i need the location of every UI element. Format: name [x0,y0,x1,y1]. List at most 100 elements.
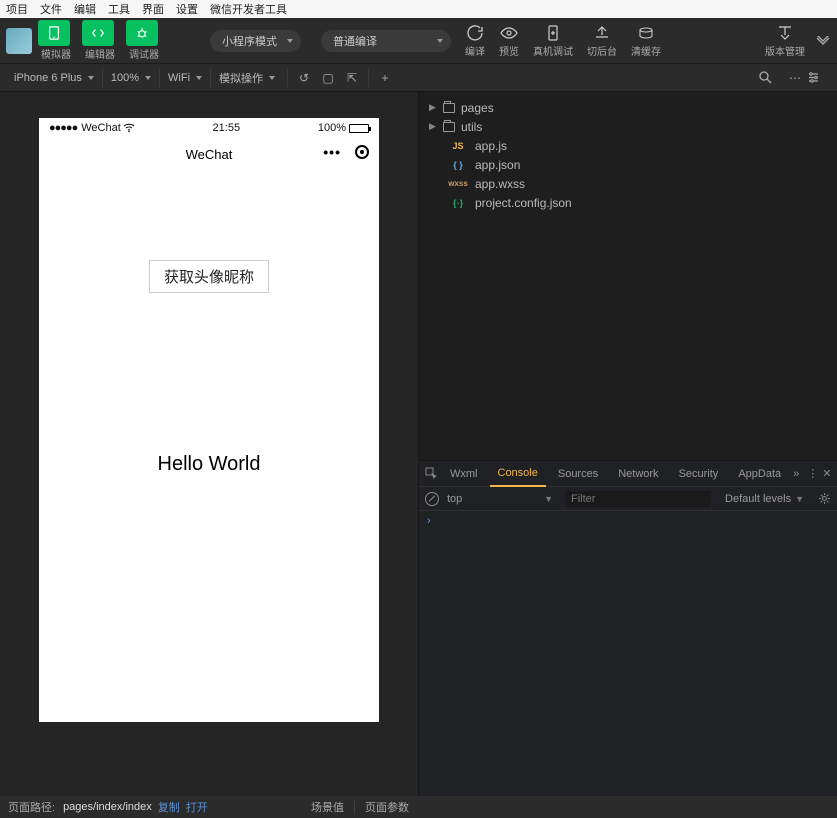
debugger-toggle[interactable]: 调试器 [126,20,162,61]
phone-status-bar: ●●●●● WeChat 21:55 100% [39,118,379,138]
page-path-label: 页面路径: [8,799,55,815]
mode-select[interactable]: 小程序模式 [210,30,301,52]
menu-view[interactable]: 界面 [142,1,164,17]
scene-label[interactable]: 场景值 [311,799,344,815]
battery-icon [349,124,369,133]
console-body[interactable]: › [419,511,837,796]
compile-btn-label: 编译 [465,43,485,58]
wxss-icon: wxss [447,179,469,188]
tab-wxml[interactable]: Wxml [442,461,486,487]
preview-button[interactable]: 预览 [499,23,519,58]
tree-file-appjson[interactable]: { } app.json [423,155,833,174]
filter-input[interactable]: Filter [565,491,711,507]
tree-folder-utils[interactable]: ▶ utils [423,117,833,136]
file-label: app.wxss [475,177,525,191]
version-button[interactable]: 版本管理 [765,23,805,58]
menu-file[interactable]: 文件 [40,1,62,17]
levels-select[interactable]: Default levels ▼ [719,493,810,505]
inspect-icon[interactable] [425,467,438,480]
chevron-down-icon [287,39,293,43]
tree-folder-pages[interactable]: ▶ pages [423,98,833,117]
js-icon: JS [447,141,469,151]
settings-icon[interactable] [807,71,831,84]
overflow-icon[interactable] [815,36,831,46]
chevron-right-icon: ▶ [429,121,437,132]
zoom-select[interactable]: 100% [103,68,160,88]
tree-file-appwxss[interactable]: wxss app.wxss [423,174,833,193]
close-icon[interactable]: ✕ [822,467,831,480]
menu-edit[interactable]: 编辑 [74,1,96,17]
capsule-buttons: ••• [323,144,369,160]
console-filter-bar: top ▼ Filter Default levels ▼ [419,487,837,511]
compile-button[interactable]: 编译 [465,23,485,58]
context-select[interactable]: top ▼ [447,493,557,505]
menu-settings[interactable]: 设置 [176,1,198,17]
page-title: WeChat [186,147,233,162]
devtools-tabs: Wxml Console Sources Network Security Ap… [419,461,837,487]
debugger-label: 调试器 [129,46,159,61]
separator [287,69,288,87]
remote-debug-button[interactable]: 真机调试 [533,23,573,58]
copy-path-link[interactable]: 复制 [158,799,180,815]
main-toolbar: 模拟器 编辑器 调试器 小程序模式 普通编译 编译 预览 真机调试 切后台 清缓… [0,18,837,64]
new-file-icon[interactable]: + [373,71,397,85]
simulator-toggle[interactable]: 模拟器 [38,20,74,61]
clear-label: 清缓存 [631,43,661,58]
clock-label: 21:55 [135,122,318,134]
tab-network[interactable]: Network [610,461,666,487]
main-area: ●●●●● WeChat 21:55 100% WeChat ••• 获取头像昵… [0,92,837,796]
tab-sources[interactable]: Sources [550,461,606,487]
background-button[interactable]: 切后台 [587,23,617,58]
folder-icon [443,122,455,132]
chevron-down-icon [196,76,202,80]
config-icon: {◦} [447,198,469,208]
tab-appdata[interactable]: AppData [730,461,789,487]
folder-label: pages [461,101,494,115]
rotate-icon[interactable]: ↺ [292,71,316,85]
open-path-link[interactable]: 打开 [186,799,208,815]
wifi-icon [123,123,135,133]
tab-security[interactable]: Security [671,461,727,487]
tree-file-appjs[interactable]: JS app.js [423,136,833,155]
gear-icon[interactable] [818,492,831,505]
folder-icon [443,103,455,113]
tabs-overflow-icon[interactable]: » [793,468,799,480]
signal-icon: ●●●●● [49,122,77,134]
search-icon[interactable] [759,71,783,84]
compile-select[interactable]: 普通编译 [321,30,451,52]
chevron-down-icon [88,76,94,80]
background-label: 切后台 [587,43,617,58]
close-target-icon[interactable] [355,145,369,159]
page-params-label[interactable]: 页面参数 [365,799,409,815]
get-avatar-button[interactable]: 获取头像昵称 [149,260,269,293]
collapse-icon[interactable]: ⋯ [783,71,807,85]
editor-label: 编辑器 [85,46,115,61]
device-select[interactable]: iPhone 6 Plus [6,68,103,88]
user-avatar[interactable] [6,28,32,54]
carrier-label: WeChat [81,122,121,134]
network-select[interactable]: WiFi [160,68,211,88]
chevron-right-icon: ▶ [429,102,437,113]
tab-console[interactable]: Console [490,461,546,487]
editor-toggle[interactable]: 编辑器 [82,20,118,61]
clear-console-icon[interactable] [425,492,439,506]
tree-file-config[interactable]: {◦} project.config.json [423,193,833,212]
json-icon: { } [447,160,469,170]
menu-devtools[interactable]: 微信开发者工具 [210,1,287,17]
phone-frame: ●●●●● WeChat 21:55 100% WeChat ••• 获取头像昵… [39,118,379,722]
hello-text: Hello World [158,453,261,476]
chevron-down-icon [437,39,443,43]
devtools-panel: Wxml Console Sources Network Security Ap… [418,460,837,796]
menu-project[interactable]: 项目 [6,1,28,17]
mode-label: 小程序模式 [222,33,277,49]
detach-icon[interactable]: ⇱ [340,71,364,85]
menu-dots-icon[interactable]: ••• [323,144,341,160]
phone-body: 获取头像昵称 Hello World [39,170,379,476]
more-icon[interactable]: ⋮ [807,467,818,480]
clear-cache-button[interactable]: 清缓存 [631,23,661,58]
screenshot-icon[interactable]: ▢ [316,71,340,85]
simulator-pane: ●●●●● WeChat 21:55 100% WeChat ••• 获取头像昵… [0,92,418,796]
menu-tools[interactable]: 工具 [108,1,130,17]
mock-select[interactable]: 模拟操作 [211,68,283,88]
menu-bar: 项目 文件 编辑 工具 界面 设置 微信开发者工具 [0,0,837,18]
